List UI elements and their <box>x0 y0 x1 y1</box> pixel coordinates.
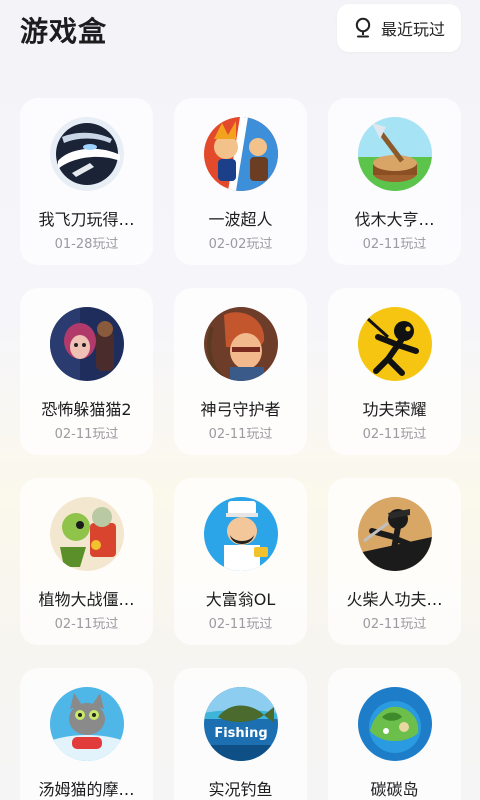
tycoon-icon <box>204 497 278 571</box>
game-grid: 我飞刀玩得… 01-28玩过 一波超人 02-02玩过 伐木大亨… 02-11玩… <box>20 98 461 800</box>
game-name: 实况钓鱼 <box>208 780 273 799</box>
game-name: 汤姆猫的摩… <box>38 780 135 799</box>
game-card[interactable]: 恐怖躲猫猫2 02-11玩过 <box>20 288 153 455</box>
game-last-played: 02-11玩过 <box>362 237 427 252</box>
game-name: 功夫荣耀 <box>362 400 427 419</box>
stick-fighter-icon <box>358 497 432 571</box>
game-name: 碳碳岛 <box>370 780 419 799</box>
recent-played-label: 最近玩过 <box>380 20 445 39</box>
game-name: 伐木大亨… <box>354 210 435 229</box>
knife-hit-icon <box>50 117 124 191</box>
header: 游戏盒 最近玩过 <box>0 0 480 60</box>
game-card[interactable]: Fishing 实况钓鱼 <box>174 668 307 800</box>
game-last-played: 02-11玩过 <box>208 617 273 632</box>
game-name: 大富翁OL <box>205 590 276 609</box>
island-icon <box>358 687 432 761</box>
game-last-played: 02-11玩过 <box>362 617 427 632</box>
game-card[interactable]: 火柴人功夫… 02-11玩过 <box>328 478 461 645</box>
game-card[interactable]: 伐木大亨… 02-11玩过 <box>328 98 461 265</box>
game-card[interactable]: 植物大战僵… 02-11玩过 <box>20 478 153 645</box>
game-card[interactable]: 功夫荣耀 02-11玩过 <box>328 288 461 455</box>
game-card[interactable]: 碳碳岛 <box>328 668 461 800</box>
game-last-played: 02-11玩过 <box>54 427 119 442</box>
stickman-icon <box>358 307 432 381</box>
game-last-played: 02-11玩过 <box>362 427 427 442</box>
lumber-axe-icon <box>358 117 432 191</box>
game-last-played: 02-11玩过 <box>208 427 273 442</box>
page-title: 游戏盒 <box>20 15 108 48</box>
game-last-played: 02-02玩过 <box>208 237 273 252</box>
game-name: 火柴人功夫… <box>346 590 443 609</box>
recent-played-button[interactable]: 最近玩过 <box>337 4 461 52</box>
game-name: 恐怖躲猫猫2 <box>41 400 132 419</box>
game-card[interactable]: 汤姆猫的摩… <box>20 668 153 800</box>
horror-girl-icon <box>50 307 124 381</box>
game-last-played: 01-28玩过 <box>54 237 119 252</box>
game-card[interactable]: 大富翁OL 02-11玩过 <box>174 478 307 645</box>
fishing-icon: Fishing <box>204 687 278 761</box>
fishing-logo-text: Fishing <box>214 726 267 741</box>
game-card[interactable]: 我飞刀玩得… 01-28玩过 <box>20 98 153 265</box>
game-last-played: 02-11玩过 <box>54 617 119 632</box>
archer-icon <box>204 307 278 381</box>
game-name: 植物大战僵… <box>38 590 135 609</box>
plants-zombies-icon <box>50 497 124 571</box>
bulb-icon <box>355 17 371 38</box>
talking-tom-icon <box>50 687 124 761</box>
game-card[interactable]: 神弓守护者 02-11玩过 <box>174 288 307 455</box>
game-card[interactable]: 一波超人 02-02玩过 <box>174 98 307 265</box>
game-name: 我飞刀玩得… <box>38 210 135 229</box>
game-name: 神弓守护者 <box>200 400 281 419</box>
superhero-icon <box>204 117 278 191</box>
game-name: 一波超人 <box>208 210 273 229</box>
